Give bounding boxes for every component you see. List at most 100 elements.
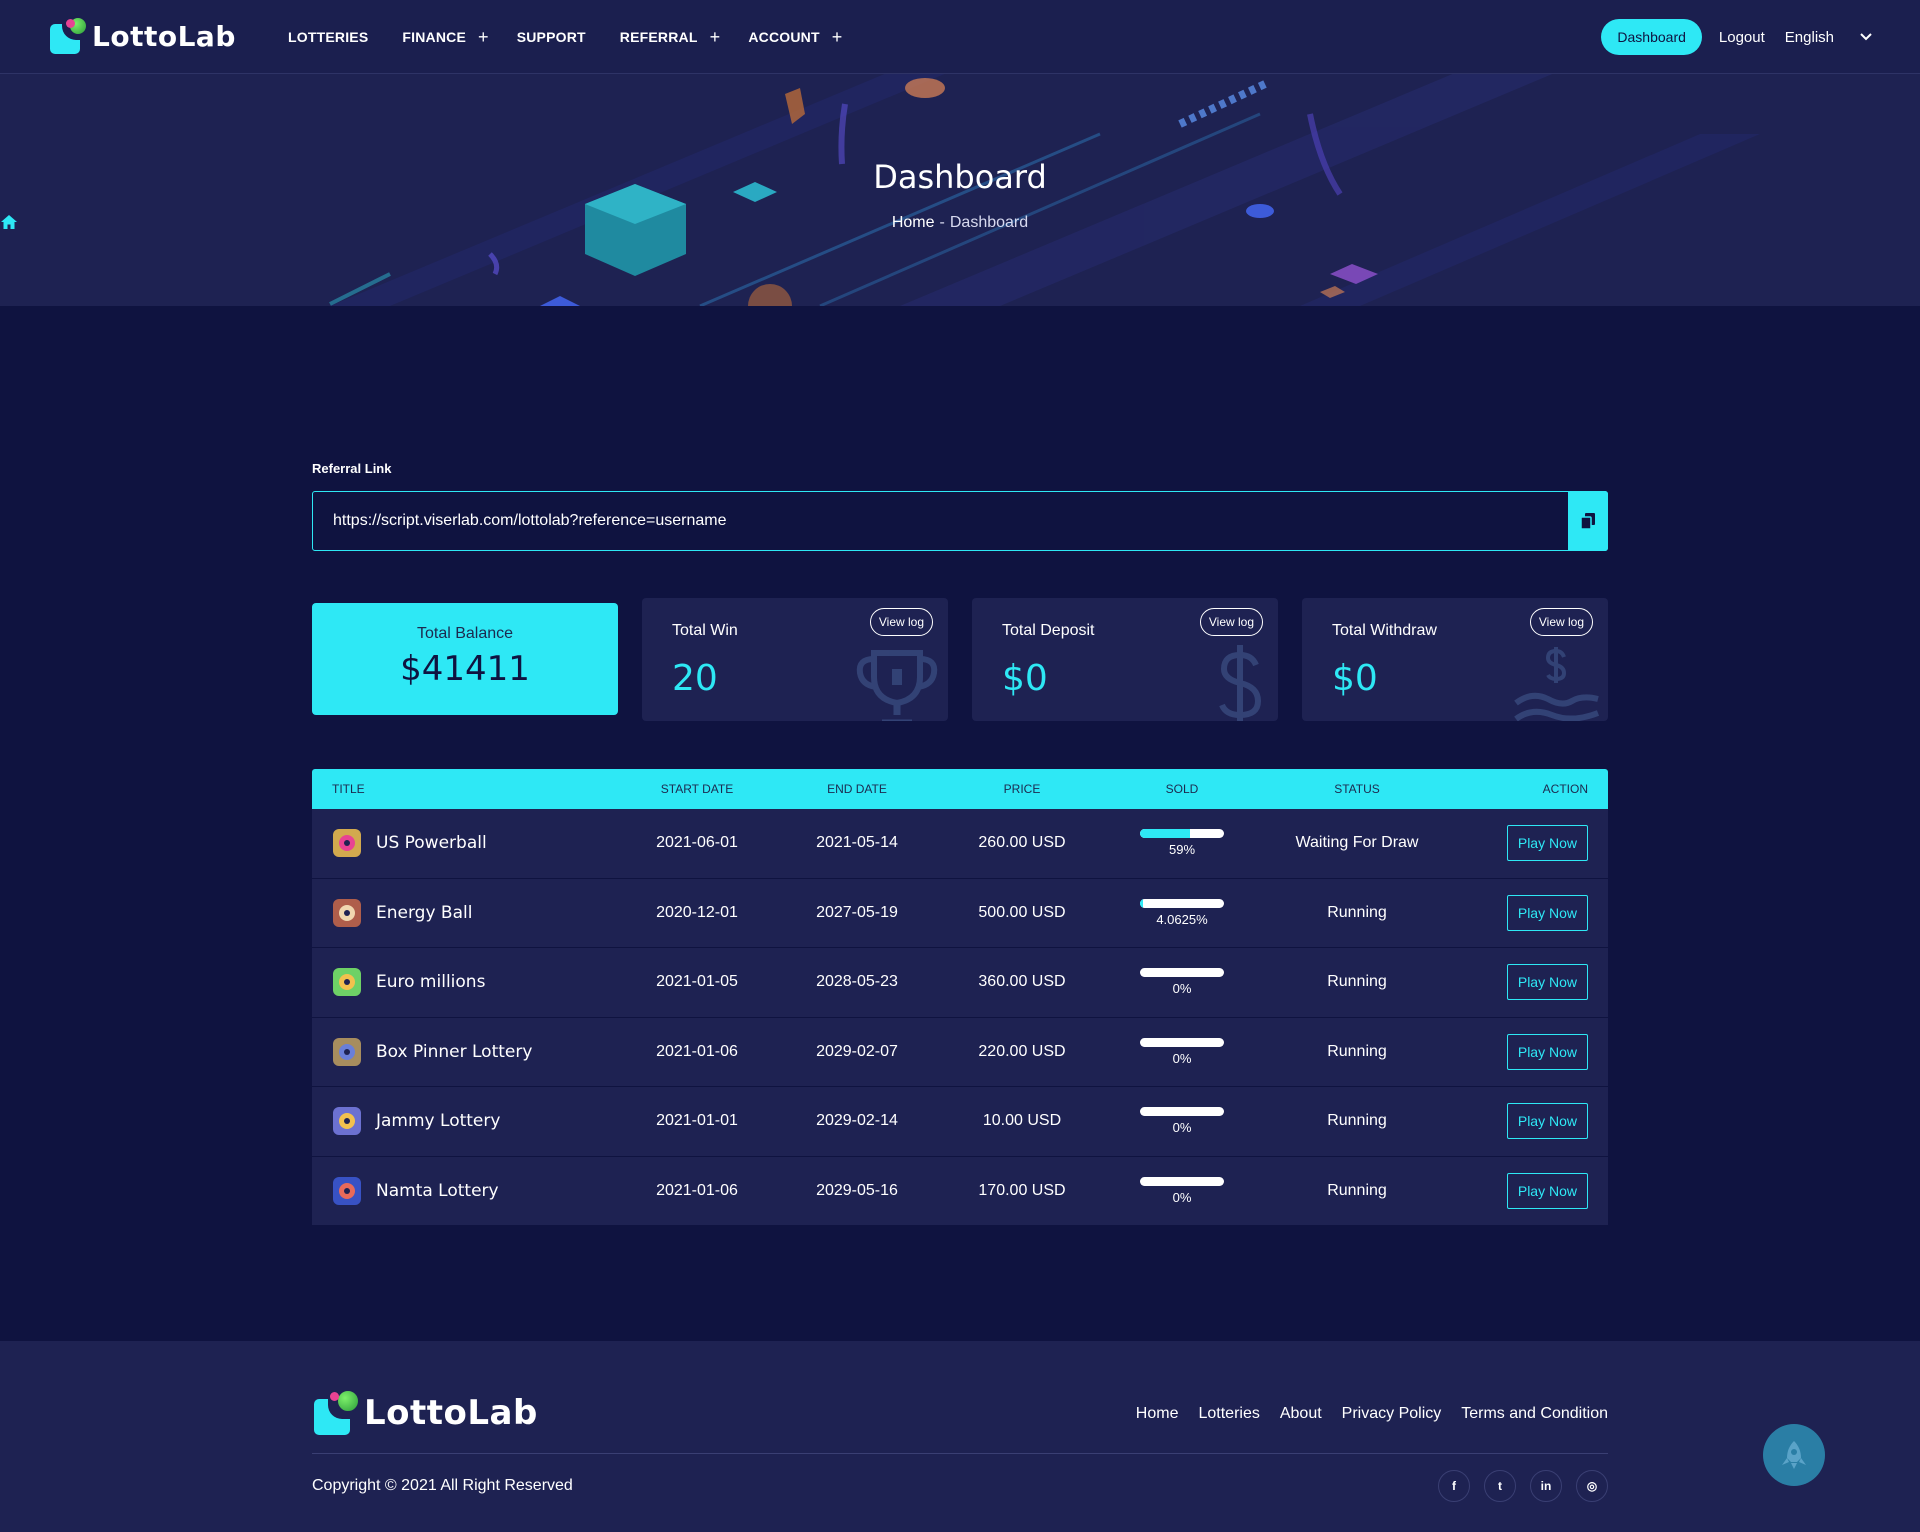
home-icon <box>1 215 17 229</box>
cell-status: Running <box>1327 903 1387 921</box>
footer-link-home[interactable]: Home <box>1136 1405 1179 1423</box>
lottery-title[interactable]: Box Pinner Lottery <box>376 1042 532 1062</box>
language-select[interactable]: English <box>1785 29 1872 46</box>
cell-title: US Powerball <box>330 809 487 877</box>
play-now-button[interactable]: Play Now <box>1506 1103 1588 1139</box>
cell-end-date: 2029-02-14 <box>816 1112 898 1129</box>
referral-link-input[interactable]: https://script.viserlab.com/lottolab?ref… <box>333 492 727 550</box>
column-title: TITLE <box>332 782 365 796</box>
cell-end-date: 2029-02-07 <box>816 1042 898 1060</box>
column-action: ACTION <box>1542 782 1588 796</box>
lottery-title[interactable]: Jammy Lottery <box>376 1111 500 1131</box>
nav-item-referral[interactable]: REFERRAL + <box>620 28 721 46</box>
nav-item-account[interactable]: ACCOUNT + <box>748 27 843 47</box>
linkedin-icon[interactable]: in <box>1530 1470 1562 1502</box>
instagram-icon[interactable]: ◎ <box>1576 1470 1608 1502</box>
referral-label: Referral Link <box>312 461 392 476</box>
total-balance-value: $41411 <box>400 649 530 689</box>
total-withdraw-card: Total Withdraw $0 View log <box>1302 598 1608 721</box>
brand-logo[interactable]: LottoLab <box>48 16 236 56</box>
view-log-button[interactable]: View log <box>1199 608 1263 636</box>
lottery-title[interactable]: Euro millions <box>376 972 485 992</box>
table-header: TITLE START DATE END DATE PRICE SOLD STA… <box>312 769 1608 809</box>
hand-money-icon <box>1514 647 1600 721</box>
play-now-button[interactable]: Play Now <box>1506 964 1588 1000</box>
view-log-button[interactable]: View log <box>1529 608 1593 636</box>
column-sold: SOLD <box>1165 782 1199 796</box>
sold-percent: 0% <box>1172 1050 1192 1066</box>
play-now-button[interactable]: Play Now <box>1506 1033 1588 1070</box>
twitter-icon[interactable]: t <box>1484 1470 1516 1502</box>
cell-title: Namta Lottery <box>330 1157 499 1225</box>
nav-item-support[interactable]: SUPPORT <box>517 29 586 45</box>
top-header: LottoLab LOTTERIES FINANCE + SUPPORT REFE… <box>0 0 1920 74</box>
lottery-title[interactable]: Namta Lottery <box>376 1181 499 1201</box>
site-footer: LottoLab Home Lotteries About Privacy Po… <box>0 1341 1920 1532</box>
play-now-button[interactable]: Play Now <box>1506 1172 1588 1209</box>
breadcrumb: Home - Dashboard <box>0 214 1920 232</box>
footer-link-about[interactable]: About <box>1280 1405 1322 1423</box>
sold-progress-bar <box>1140 898 1224 908</box>
cell-start-date: 2021-01-01 <box>656 1112 738 1129</box>
nav-item-lotteries[interactable]: LOTTERIES <box>288 29 368 45</box>
cell-end-date: 2028-05-23 <box>816 973 898 990</box>
cell-sold: 0% <box>1122 1157 1242 1225</box>
cell-start-date: 2021-01-05 <box>656 973 738 990</box>
dashboard-button[interactable]: Dashboard <box>1601 19 1702 55</box>
cell-start-date: 2021-06-01 <box>656 834 738 851</box>
rocket-icon <box>1782 1441 1806 1469</box>
trophy-icon <box>856 650 938 721</box>
table-row: US Powerball 2021-06-01 2021-05-14 260.0… <box>312 809 1608 879</box>
footer-logo[interactable]: LottoLab <box>312 1389 538 1437</box>
cell-end-date: 2021-05-14 <box>816 834 898 851</box>
footer-link-lotteries[interactable]: Lotteries <box>1198 1405 1259 1423</box>
brand-name: LottoLab <box>92 19 236 53</box>
facebook-icon[interactable]: f <box>1438 1470 1470 1502</box>
sold-progress-fill <box>1140 898 1143 908</box>
lottery-title[interactable]: Energy Ball <box>376 903 472 923</box>
table-row: Euro millions 2021-01-05 2028-05-23 360.… <box>312 948 1608 1018</box>
logo-icon <box>312 1389 360 1437</box>
total-balance-card: Total Balance $41411 <box>312 603 618 715</box>
footer-link-privacy[interactable]: Privacy Policy <box>1342 1405 1442 1423</box>
lotteries-table: TITLE START DATE END DATE PRICE SOLD STA… <box>312 769 1608 1226</box>
play-now-button[interactable]: Play Now <box>1506 825 1588 861</box>
table-row: Jammy Lottery 2021-01-01 2029-02-14 10.0… <box>312 1087 1608 1157</box>
namta-lottery-icon <box>333 1176 361 1205</box>
scroll-to-top-button[interactable] <box>1763 1424 1825 1486</box>
dollar-icon <box>1219 645 1262 721</box>
total-win-card: Total Win 20 View log <box>642 598 948 721</box>
breadcrumb-home[interactable]: Home <box>892 214 935 232</box>
column-price: PRICE <box>1003 782 1041 796</box>
cell-start-date: 2020-12-01 <box>656 903 738 921</box>
box-pinner-icon <box>333 1037 361 1066</box>
cell-end-date: 2027-05-19 <box>816 903 898 921</box>
cell-end-date: 2029-05-16 <box>816 1181 898 1199</box>
plus-icon: + <box>831 27 843 47</box>
copy-button[interactable] <box>1568 491 1608 551</box>
cell-sold: 0% <box>1122 1087 1242 1155</box>
sold-progress-bar <box>1140 829 1224 838</box>
cell-start-date: 2021-01-06 <box>656 1042 738 1060</box>
cell-price: 260.00 USD <box>978 834 1066 851</box>
sold-progress-bar <box>1140 1176 1224 1186</box>
table-body: US Powerball 2021-06-01 2021-05-14 260.0… <box>312 809 1608 1226</box>
jammy-lottery-icon <box>333 1107 361 1135</box>
total-withdraw-value: $0 <box>1332 658 1378 699</box>
play-now-button[interactable]: Play Now <box>1506 894 1588 931</box>
cell-action: Play Now <box>1506 879 1588 947</box>
logo-icon <box>48 16 88 56</box>
view-log-button[interactable]: View log <box>869 608 933 636</box>
lottery-title[interactable]: US Powerball <box>376 833 487 853</box>
euro-millions-icon <box>333 968 361 996</box>
cell-price: 220.00 USD <box>978 1042 1066 1060</box>
cell-price: 360.00 USD <box>978 973 1066 990</box>
nav-item-finance[interactable]: FINANCE + <box>402 27 489 47</box>
plus-icon: + <box>477 27 489 47</box>
cell-status: Waiting For Draw <box>1295 834 1419 851</box>
column-start-date: START DATE <box>660 782 734 796</box>
logout-link[interactable]: Logout <box>1719 29 1765 46</box>
footer-link-terms[interactable]: Terms and Condition <box>1461 1405 1608 1423</box>
page-title: Dashboard <box>873 158 1047 196</box>
sold-progress-bar <box>1140 968 1224 977</box>
